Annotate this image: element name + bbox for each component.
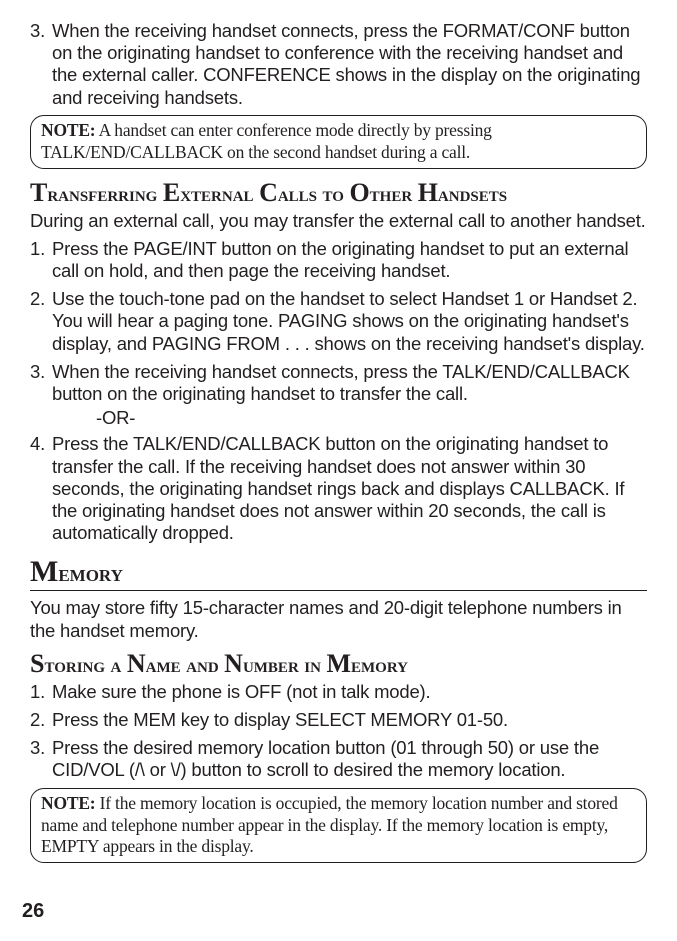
step-number: 2. bbox=[30, 709, 45, 731]
memory-intro: You may store fifty 15-character names a… bbox=[30, 597, 647, 641]
step-text: Make sure the phone is OFF (not in talk … bbox=[52, 681, 430, 702]
step-text: Press the MEM key to display SELECT MEMO… bbox=[52, 709, 508, 730]
transfer-intro: During an external call, you may transfe… bbox=[30, 210, 647, 232]
note-box-conference: NOTE: A handset can enter conference mod… bbox=[30, 115, 647, 169]
note-text: If the memory location is occupied, the … bbox=[41, 793, 618, 857]
note-label: NOTE: bbox=[41, 120, 95, 140]
list-item: 2. Use the touch-tone pad on the handset… bbox=[30, 288, 647, 355]
step-text: Press the desired memory location button… bbox=[52, 737, 599, 780]
step-text: Use the touch-tone pad on the handset to… bbox=[52, 288, 645, 353]
heading-storing: Storing a Name and Number in Memory bbox=[30, 648, 647, 679]
note-label: NOTE: bbox=[41, 793, 95, 813]
list-item: 1. Make sure the phone is OFF (not in ta… bbox=[30, 681, 647, 703]
step-text: When the receiving handset connects, pre… bbox=[52, 361, 630, 404]
list-item: 3. When the receiving handset connects, … bbox=[30, 361, 647, 405]
step-text: When the receiving handset connects, pre… bbox=[52, 20, 640, 108]
list-item: 4. Press the TALK/END/CALLBACK button on… bbox=[30, 433, 647, 544]
memory-steps: 1. Make sure the phone is OFF (not in ta… bbox=[30, 681, 647, 782]
step-number: 1. bbox=[30, 681, 45, 703]
note-box-memory: NOTE: If the memory location is occupied… bbox=[30, 788, 647, 864]
step-number: 3. bbox=[30, 361, 45, 383]
list-item: 3. When the receiving handset connects, … bbox=[30, 20, 647, 109]
list-item: 1. Press the PAGE/INT button on the orig… bbox=[30, 238, 647, 282]
step-number: 3. bbox=[30, 20, 45, 42]
transfer-steps-cont: 4. Press the TALK/END/CALLBACK button on… bbox=[30, 433, 647, 544]
transfer-steps: 1. Press the PAGE/INT button on the orig… bbox=[30, 238, 647, 405]
or-divider: -OR- bbox=[96, 407, 647, 429]
step-number: 4. bbox=[30, 433, 45, 455]
heading-transferring: Transferring External Calls to Other Han… bbox=[30, 177, 647, 208]
page-number: 26 bbox=[22, 900, 44, 923]
step-number: 2. bbox=[30, 288, 45, 310]
step-number: 1. bbox=[30, 238, 45, 260]
list-item: 3. Press the desired memory location but… bbox=[30, 737, 647, 781]
note-text: A handset can enter conference mode dire… bbox=[41, 120, 492, 162]
step-text: Press the PAGE/INT button on the origina… bbox=[52, 238, 628, 281]
heading-memory: Memory bbox=[30, 554, 647, 591]
conference-steps-continued: 3. When the receiving handset connects, … bbox=[30, 20, 647, 109]
list-item: 2. Press the MEM key to display SELECT M… bbox=[30, 709, 647, 731]
step-text: Press the TALK/END/CALLBACK button on th… bbox=[52, 433, 624, 543]
step-number: 3. bbox=[30, 737, 45, 759]
